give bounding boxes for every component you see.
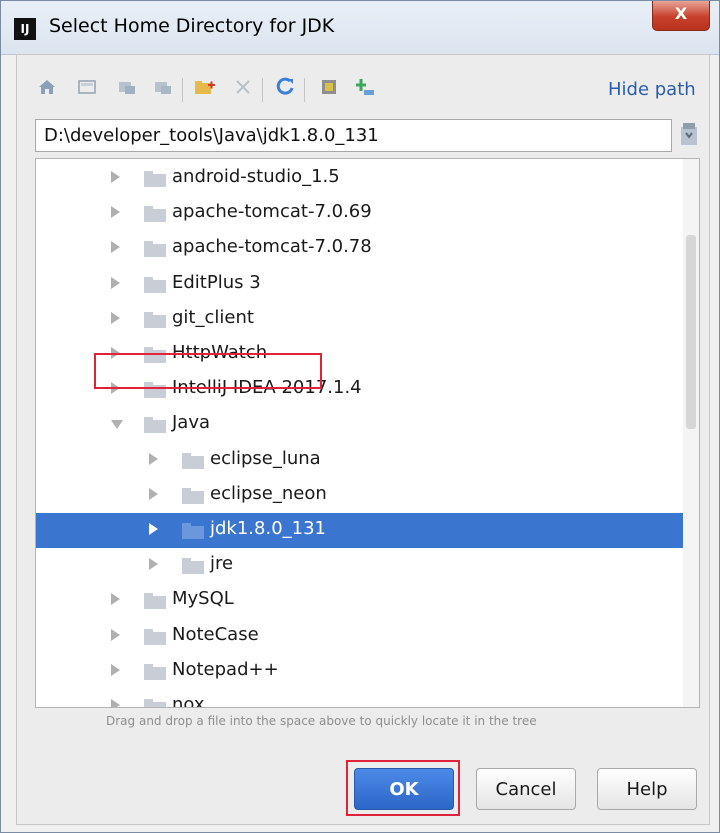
tree-row-label: eclipse_neon: [210, 482, 327, 504]
toolbar-separator: [304, 78, 305, 102]
tree-row[interactable]: git_client: [36, 302, 683, 337]
path-input[interactable]: [35, 119, 672, 152]
file-chooser-toolbar: [34, 76, 484, 108]
delete-icon[interactable]: [230, 76, 256, 104]
tree-row[interactable]: apache-tomcat-7.0.69: [36, 196, 683, 231]
folder-icon: [182, 487, 204, 504]
path-history-icon[interactable]: [678, 119, 700, 149]
folder-icon: [182, 452, 204, 469]
folder-icon: [144, 241, 166, 258]
expand-arrow-icon[interactable]: [111, 206, 120, 219]
module-icon[interactable]: [150, 76, 176, 104]
tree-row-label: EditPlus 3: [172, 271, 261, 293]
tree-row-label: jre: [210, 553, 234, 575]
toolbar-separator: [182, 78, 183, 102]
add-path-icon[interactable]: [352, 76, 378, 104]
tree-row[interactable]: jdk1.8.0_131: [36, 513, 683, 548]
expand-arrow-icon[interactable]: [111, 699, 120, 707]
expand-arrow-icon[interactable]: [149, 452, 158, 465]
expand-arrow-icon[interactable]: [111, 311, 120, 324]
tree-row-label: jdk1.8.0_131: [210, 518, 327, 539]
annotation-highlight-jdk: [94, 353, 322, 389]
toolbar-separator: [262, 78, 263, 102]
expand-arrow-icon[interactable]: [111, 663, 120, 676]
tree-row[interactable]: NoteCase: [36, 619, 683, 654]
show-hidden-icon[interactable]: [316, 76, 342, 104]
close-button[interactable]: X: [652, 1, 710, 31]
help-button[interactable]: Help: [597, 768, 697, 810]
refresh-icon[interactable]: [272, 76, 298, 104]
tree-row-label: git_client: [172, 306, 254, 328]
tree-row[interactable]: eclipse_neon: [36, 478, 683, 513]
folder-icon: [144, 699, 166, 707]
vertical-scrollbar[interactable]: [683, 159, 699, 707]
tree-row-label: eclipse_luna: [210, 447, 321, 469]
folder-icon: [144, 171, 166, 187]
tree-row[interactable]: EditPlus 3: [36, 267, 683, 302]
directory-tree[interactable]: android-studio_1.5 apache-tomcat-7.0.69 ap…: [35, 158, 700, 708]
scrollbar-thumb[interactable]: [686, 235, 696, 429]
folder-icon: [144, 276, 166, 293]
tree-row-label: Java: [172, 412, 211, 434]
tree-row-label: apache-tomcat-7.0.78: [172, 236, 372, 258]
tree-row-label: apache-tomcat-7.0.69: [172, 201, 372, 223]
expand-arrow-icon[interactable]: [149, 523, 158, 535]
tree-row-label: android-studio_1.5: [172, 166, 340, 187]
tree-row-label: NoteCase: [172, 623, 259, 645]
expand-arrow-icon[interactable]: [149, 487, 158, 500]
intellij-app-icon: IJ: [14, 18, 36, 40]
folder-icon: [182, 523, 204, 539]
folder-icon: [144, 206, 166, 223]
expand-arrow-icon[interactable]: [149, 558, 158, 571]
hide-path-link[interactable]: Hide path: [608, 79, 696, 100]
new-folder-icon[interactable]: [192, 76, 218, 104]
tree-row[interactable]: Java: [36, 407, 683, 442]
home-icon[interactable]: [34, 76, 60, 104]
tree-row[interactable]: eclipse_luna: [36, 443, 683, 478]
cancel-button[interactable]: Cancel: [476, 768, 576, 810]
tree-row[interactable]: nox: [36, 689, 683, 708]
tree-row[interactable]: apache-tomcat-7.0.78: [36, 231, 683, 266]
folder-icon: [182, 558, 204, 575]
tree-row[interactable]: Notepad++: [36, 654, 683, 689]
desktop-icon[interactable]: [74, 76, 100, 104]
folder-icon: [144, 628, 166, 645]
tree-row[interactable]: jre: [36, 548, 683, 583]
tree-row-label: Notepad++: [172, 658, 279, 680]
collapse-arrow-icon[interactable]: [111, 420, 123, 430]
tree-row[interactable]: android-studio_1.5: [36, 161, 683, 196]
folder-icon: [144, 593, 166, 610]
folder-icon: [144, 663, 166, 680]
drag-drop-hint: Drag and drop a file into the space abov…: [106, 714, 537, 728]
expand-arrow-icon[interactable]: [111, 276, 120, 289]
tree-row-label: nox: [172, 694, 205, 708]
expand-arrow-icon[interactable]: [111, 171, 120, 183]
expand-arrow-icon[interactable]: [111, 593, 120, 606]
folder-icon: [144, 311, 166, 328]
annotation-highlight-ok: [346, 760, 460, 816]
expand-arrow-icon[interactable]: [111, 628, 120, 641]
title-bar[interactable]: IJ Select Home Directory for JDK X: [1, 1, 719, 55]
tree-row[interactable]: MySQL: [36, 583, 683, 618]
window-title: Select Home Directory for JDK: [49, 15, 335, 37]
expand-arrow-icon[interactable]: [111, 241, 120, 254]
project-icon[interactable]: [114, 76, 140, 104]
folder-icon: [144, 417, 166, 434]
tree-row-label: MySQL: [172, 588, 234, 610]
